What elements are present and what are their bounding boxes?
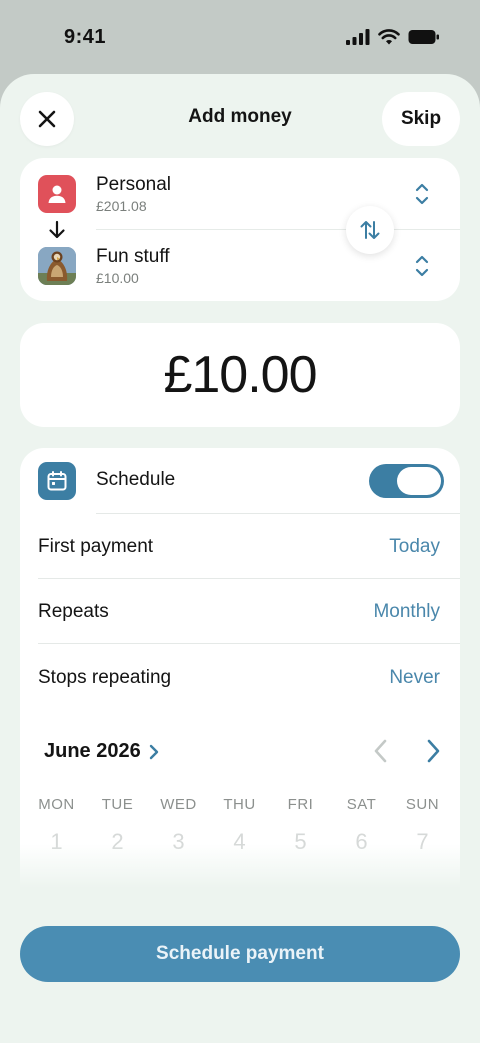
first-payment-label: First payment xyxy=(38,536,154,557)
status-icons xyxy=(346,29,440,45)
calendar-icon xyxy=(47,471,67,491)
weekday-label: WED xyxy=(160,796,197,813)
swap-arrows-icon xyxy=(360,221,380,239)
header: Add money Skip xyxy=(0,92,480,146)
weekday-label: TUE xyxy=(101,796,134,813)
next-month-chevron-right-icon[interactable] xyxy=(422,736,444,766)
to-account-name[interactable]: Fun stuff xyxy=(96,246,170,268)
toggle-knob xyxy=(397,467,441,495)
status-time: 9:41 xyxy=(64,25,107,48)
amount-value[interactable]: £10.00 xyxy=(163,345,317,405)
weekday-label: MON xyxy=(38,796,75,813)
to-account-chevron-updown-icon[interactable] xyxy=(412,252,432,280)
calendar-weekday-header: MON TUE WED THU FRI SAT SUN xyxy=(20,796,460,813)
stops-repeating-value[interactable]: Never xyxy=(389,667,440,689)
skip-button[interactable]: Skip xyxy=(382,92,460,146)
weekday-label: SAT xyxy=(346,796,377,813)
swap-accounts-button[interactable] xyxy=(346,206,394,254)
schedule-toggle[interactable] xyxy=(369,464,444,498)
row-divider xyxy=(38,578,460,579)
schedule-payment-button[interactable]: Schedule payment xyxy=(20,926,460,982)
stops-repeating-label: Stops repeating xyxy=(38,667,172,688)
row-divider xyxy=(38,643,460,644)
chevron-right-icon xyxy=(149,744,158,759)
pot-photo xyxy=(38,247,76,285)
from-account-balance: £201.08 xyxy=(96,198,147,214)
person-icon xyxy=(48,185,66,203)
status-bar: 9:41 xyxy=(0,0,480,74)
weekday-label: THU xyxy=(223,796,256,813)
transfer-accounts-card: Personal £201.08 Fun stuff £10.00 xyxy=(20,158,460,301)
calendar-month-selector[interactable]: June 2026 xyxy=(44,740,159,763)
battery-icon xyxy=(408,30,439,44)
weekday-label: SUN xyxy=(405,796,440,813)
scroll-fade xyxy=(20,844,460,888)
amount-card[interactable]: £10.00 xyxy=(20,323,460,427)
schedule-icon-tile xyxy=(38,462,76,500)
add-money-sheet: Add money Skip Personal £201.08 Fun stuf… xyxy=(0,74,480,1043)
weekday-label: FRI xyxy=(287,796,314,813)
personal-account-icon xyxy=(38,175,76,213)
fun-stuff-pot-image xyxy=(38,247,76,285)
schedule-label: Schedule xyxy=(96,469,176,490)
repeats-label: Repeats xyxy=(38,601,109,622)
to-account-balance: £10.00 xyxy=(96,270,139,286)
repeats-value[interactable]: Monthly xyxy=(373,601,440,623)
row-divider xyxy=(96,513,460,514)
schedule-card: Schedule First payment Today Repeats Mon… xyxy=(20,448,460,888)
calendar-month-label: June 2026 xyxy=(44,740,141,762)
from-account-chevron-updown-icon[interactable] xyxy=(412,180,432,208)
wifi-icon xyxy=(378,29,400,45)
arrow-down-icon xyxy=(49,220,65,239)
first-payment-value[interactable]: Today xyxy=(389,536,440,558)
accounts-divider xyxy=(96,229,460,230)
cellular-signal-icon xyxy=(346,29,370,45)
from-account-name[interactable]: Personal xyxy=(96,174,171,196)
previous-month-chevron-left-icon[interactable] xyxy=(370,736,392,766)
